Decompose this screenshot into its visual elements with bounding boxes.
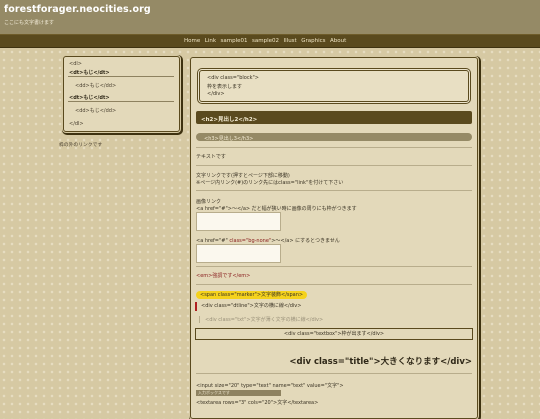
sidebar-divider <box>68 76 174 77</box>
text-link-note: ※ページ内リンク(#)のリンク先にはclass="link"を付けて下さい <box>196 180 344 186</box>
sidebar-line: <dl> <box>69 61 82 67</box>
image-link-box-bg-none[interactable] <box>196 244 281 263</box>
sidebar-dd: <dd>もじ</dd> <box>75 83 117 89</box>
bg-none-code-c: >〜</a> にするとつきません <box>271 238 340 244</box>
site-tagline: ここにも文字書けます <box>4 20 55 26</box>
input-code: <input size="20" type="text" name="text"… <box>196 383 344 389</box>
title-sample: <div class="title">大きくなります</div> <box>289 357 472 367</box>
divider <box>196 165 472 166</box>
nav-item-home[interactable]: Home <box>184 38 200 44</box>
block-line: </div> <box>207 91 225 97</box>
heading-h2-text: <h2>見出し2</h2> <box>201 117 258 123</box>
nav-item-graphics[interactable]: Graphics <box>301 38 325 44</box>
textbox-sample: <div class="textbox">枠が出ます</div> <box>195 328 473 340</box>
heading-h3: <h3>見出し3</h3> <box>196 133 472 142</box>
divider <box>196 147 472 148</box>
nav-item-illust[interactable]: Illust <box>284 38 297 44</box>
block-line: <div class="block"> <box>207 75 259 81</box>
sidebar-outside-link[interactable]: 枠の外のリンクです <box>59 141 102 148</box>
divider <box>196 284 472 285</box>
nav-item-sample01[interactable]: sample01 <box>221 38 248 44</box>
sidebar-box: <dl> <dt>もじ</dt> <dd>もじ</dd> <dt>もじ</dt>… <box>63 56 180 132</box>
heading-h2: <h2>見出し2</h2> <box>196 111 472 124</box>
divider <box>196 190 472 191</box>
sidebar-dd: <dd>もじ</dd> <box>75 108 117 114</box>
heading-h3-text: <h3>見出し3</h3> <box>204 135 254 142</box>
nav-menu: Home Link sample01 sample02 Illust Graph… <box>184 38 351 44</box>
image-link-code: <a href="#">〜</a> だと幅が狭い時に画像の周りにも枠がつきます <box>196 206 357 212</box>
image-link-label: 画像リンク <box>196 199 222 205</box>
input-sample-box[interactable]: 入力ボックスです <box>196 390 281 396</box>
marker-span: <span class="marker">文字装飾</span> <box>196 291 308 299</box>
divider <box>196 266 472 267</box>
site-header: forestforager.neocities.org ここにも文字書けます <box>0 0 540 34</box>
main-content: <div class="block"> 枠を表示します </div> <h2>見… <box>190 57 478 419</box>
em-text: <em>強調です</em> <box>196 273 251 279</box>
site-title[interactable]: forestforager.neocities.org <box>4 4 151 15</box>
nav-item-link[interactable]: Link <box>205 38 216 44</box>
nav-item-about[interactable]: About <box>330 38 346 44</box>
sidebar-divider <box>68 101 174 102</box>
text-link[interactable]: 文字リンクです(押すとページ下部に移動) <box>196 172 290 179</box>
bg-none-code: <a href="#" class="bg-none">〜</a> にするとつき… <box>196 237 340 244</box>
dtline-text: <div class="dtline">文字の横に線</div> <box>195 302 301 311</box>
text-paragraph: テキストです <box>196 154 226 160</box>
txt-gray-text: <div class="txt">文字が薄く文字の横に線</div> <box>199 316 323 323</box>
block-line: 枠を表示します <box>207 84 243 90</box>
nav-bar: Home Link sample01 sample02 Illust Graph… <box>0 34 540 48</box>
sidebar-dt: <dt>もじ</dt> <box>69 70 110 76</box>
sidebar-line: </dl> <box>69 121 84 127</box>
sidebar-dt: <dt>もじ</dt> <box>69 95 110 101</box>
block-box: <div class="block"> 枠を表示します </div> <box>199 70 469 102</box>
image-link-box[interactable] <box>196 212 281 231</box>
nav-item-sample02[interactable]: sample02 <box>252 38 279 44</box>
divider <box>196 373 472 374</box>
